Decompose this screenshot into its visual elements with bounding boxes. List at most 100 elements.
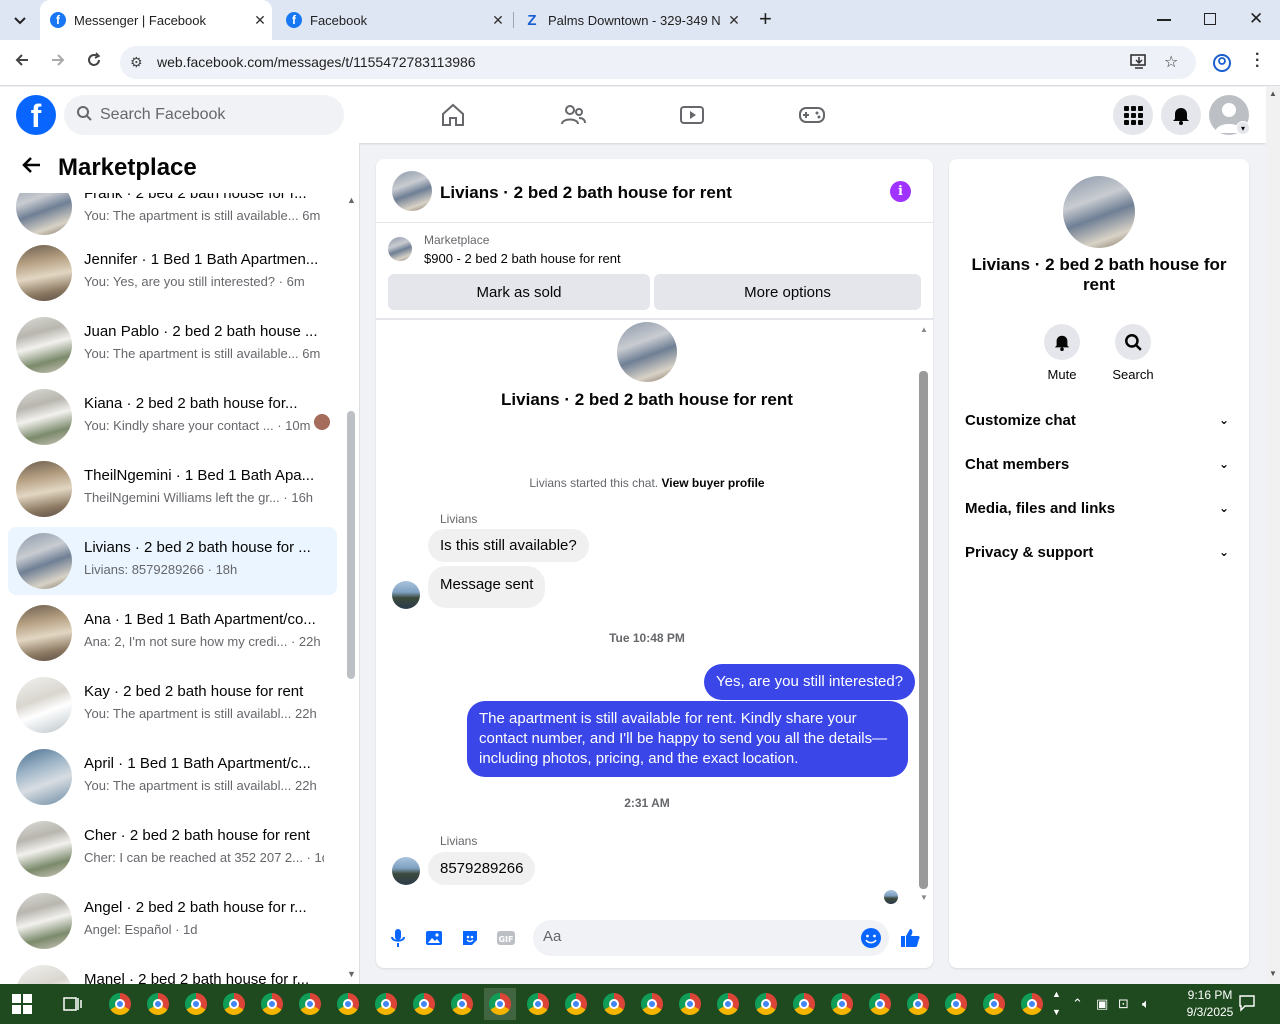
show-hidden-icons[interactable]: ⌃ bbox=[1072, 996, 1083, 1012]
taskbar-chrome-window[interactable] bbox=[674, 988, 706, 1020]
notifications-center-icon[interactable] bbox=[1238, 994, 1256, 1015]
more-options-button[interactable]: More options bbox=[654, 274, 921, 310]
address-bar[interactable]: ⚙ web.facebook.com/messages/t/1155472783… bbox=[120, 46, 1196, 79]
chat-scrollbar[interactable] bbox=[919, 371, 928, 889]
view-buyer-profile-link[interactable]: View buyer profile bbox=[661, 476, 764, 490]
menu-grid-button[interactable] bbox=[1113, 95, 1153, 135]
taskbar-chrome-window[interactable] bbox=[788, 988, 820, 1020]
taskbar-scroll-icon[interactable]: ▲ ▼ bbox=[1052, 985, 1061, 1021]
taskbar-chrome-window[interactable] bbox=[256, 988, 288, 1020]
back-icon[interactable] bbox=[14, 52, 30, 73]
message-bubble-incoming[interactable]: Message sent bbox=[428, 566, 546, 608]
install-app-icon[interactable] bbox=[1130, 52, 1148, 75]
conversation-item[interactable]: TheilNgemini · 1 Bed 1 Bath Apa... Theil… bbox=[8, 455, 337, 523]
network-icon[interactable]: ⊡ bbox=[1118, 996, 1129, 1012]
taskbar-chrome-window[interactable] bbox=[332, 988, 364, 1020]
taskbar-chrome-window[interactable] bbox=[104, 988, 136, 1020]
listing-price[interactable]: $900 - 2 bed 2 bath house for rent bbox=[424, 251, 621, 266]
bookmark-star-icon[interactable]: ☆ bbox=[1164, 52, 1178, 72]
taskbar-chrome-window[interactable] bbox=[636, 988, 668, 1020]
list-scrollbar[interactable] bbox=[347, 411, 355, 679]
conversation-item[interactable]: Cher · 2 bed 2 bath house for rent Cher:… bbox=[8, 815, 337, 883]
home-icon[interactable] bbox=[439, 101, 467, 129]
account-chevron-icon[interactable]: ▾ bbox=[1236, 121, 1250, 135]
facebook-search[interactable] bbox=[64, 95, 344, 135]
reload-icon[interactable] bbox=[86, 52, 102, 73]
taskbar-chrome-window[interactable] bbox=[218, 988, 250, 1020]
conversation-item[interactable]: April · 1 Bed 1 Bath Apartment/c... You:… bbox=[8, 743, 337, 811]
sender-avatar[interactable] bbox=[392, 581, 420, 609]
site-info-icon[interactable]: ⚙ bbox=[130, 54, 143, 71]
taskbar-chrome-window[interactable] bbox=[864, 988, 896, 1020]
info-icon[interactable]: i bbox=[890, 181, 911, 202]
close-tab-icon[interactable]: ✕ bbox=[248, 12, 272, 29]
taskbar-chrome-window[interactable] bbox=[712, 988, 744, 1020]
sticker-icon[interactable] bbox=[458, 926, 482, 950]
tab-messenger[interactable]: f Messenger | Facebook ✕ bbox=[40, 0, 272, 40]
taskbar-chrome-window[interactable] bbox=[522, 988, 554, 1020]
conversation-item[interactable]: Ana · 1 Bed 1 Bath Apartment/co... Ana: … bbox=[8, 599, 337, 667]
taskbar-chrome-window[interactable] bbox=[142, 988, 174, 1020]
photo-icon[interactable] bbox=[422, 926, 446, 950]
emoji-icon[interactable] bbox=[860, 927, 882, 954]
close-tab-icon[interactable]: ✕ bbox=[486, 12, 510, 29]
taskbar-chrome-window[interactable] bbox=[446, 988, 478, 1020]
conversation-item[interactable]: Kiana · 2 bed 2 bath house for... You: K… bbox=[8, 383, 337, 451]
close-window-icon[interactable]: ✕ bbox=[1249, 9, 1263, 29]
scroll-down-arrow-icon[interactable]: ▼ bbox=[347, 969, 356, 979]
message-input-field[interactable] bbox=[533, 920, 889, 956]
task-view-icon[interactable] bbox=[62, 995, 82, 1013]
conversation-item[interactable]: Kay · 2 bed 2 bath house for rent You: T… bbox=[8, 671, 337, 739]
url-text[interactable]: web.facebook.com/messages/t/115547278311… bbox=[157, 54, 476, 70]
system-clock[interactable]: 9:16 PM 9/3/2025 bbox=[1172, 987, 1248, 1021]
conversation-item[interactable]: Angel · 2 bed 2 bath house for r... Ange… bbox=[8, 887, 337, 955]
tab-search-button[interactable] bbox=[10, 8, 30, 32]
microphone-icon[interactable] bbox=[386, 926, 410, 950]
conversation-item-active[interactable]: Livians · 2 bed 2 bath house for ... Liv… bbox=[8, 527, 337, 595]
video-icon[interactable] bbox=[678, 101, 706, 129]
taskbar-chrome-window[interactable] bbox=[560, 988, 592, 1020]
taskbar-chrome-window[interactable] bbox=[902, 988, 934, 1020]
conversation-item[interactable]: Jennifer · 1 Bed 1 Bath Apartmen... You:… bbox=[8, 239, 337, 307]
conversation-item[interactable]: Juan Pablo · 2 bed 2 bath house ... You:… bbox=[8, 311, 337, 379]
privacy-support-section[interactable]: Privacy & support ⌄ bbox=[965, 534, 1233, 570]
new-tab-icon[interactable]: + bbox=[759, 6, 772, 32]
close-tab-icon[interactable]: ✕ bbox=[722, 12, 746, 29]
info-avatar[interactable] bbox=[1063, 176, 1135, 248]
sender-avatar[interactable] bbox=[392, 857, 420, 885]
restore-icon[interactable] bbox=[1204, 13, 1216, 25]
taskbar-chrome-window[interactable] bbox=[826, 988, 858, 1020]
taskbar-chrome-window[interactable] bbox=[940, 988, 972, 1020]
taskbar-chrome-window[interactable] bbox=[598, 988, 630, 1020]
minimize-icon[interactable] bbox=[1157, 19, 1171, 21]
taskbar-chrome-window[interactable] bbox=[750, 988, 782, 1020]
chat-scroll-down-icon[interactable]: ▼ bbox=[920, 893, 928, 902]
gif-icon[interactable]: GIF bbox=[494, 926, 518, 950]
tab-palms-downtown[interactable]: Z Palms Downtown - 329-349 N ✕ bbox=[514, 0, 746, 40]
windows-start-icon[interactable] bbox=[12, 994, 32, 1014]
mute-button[interactable]: Mute bbox=[1032, 324, 1092, 382]
volume-muted-icon[interactable]: 🔈︎ bbox=[1142, 996, 1150, 1012]
taskbar-chrome-window[interactable] bbox=[180, 988, 212, 1020]
taskbar-chrome-window[interactable] bbox=[370, 988, 402, 1020]
chat-title[interactable]: Livians · 2 bed 2 bath house for rent bbox=[440, 183, 732, 203]
mark-as-sold-button[interactable]: Mark as sold bbox=[388, 274, 650, 310]
tab-facebook[interactable]: f Facebook ✕ bbox=[276, 0, 510, 40]
page-scroll-up-icon[interactable]: ▲ bbox=[1269, 89, 1277, 98]
chat-avatar[interactable] bbox=[392, 171, 432, 211]
like-thumb-icon[interactable] bbox=[898, 926, 922, 950]
browser-menu-icon[interactable]: · · · bbox=[1255, 47, 1260, 75]
message-bubble-incoming[interactable]: 8579289266 bbox=[428, 852, 536, 885]
taskbar-chrome-window[interactable] bbox=[408, 988, 440, 1020]
message-bubble-outgoing[interactable]: Yes, are you still interested? bbox=[704, 664, 916, 700]
chat-members-section[interactable]: Chat members ⌄ bbox=[965, 446, 1233, 482]
search-input[interactable] bbox=[100, 106, 320, 124]
search-in-chat-button[interactable]: Search bbox=[1103, 324, 1163, 382]
scroll-up-arrow-icon[interactable]: ▲ bbox=[347, 195, 356, 205]
taskbar-chrome-window[interactable] bbox=[978, 988, 1010, 1020]
notifications-button[interactable] bbox=[1161, 95, 1201, 135]
page-scrollbar[interactable]: ▲ ▼ bbox=[1266, 87, 1280, 984]
taskbar-chrome-window[interactable] bbox=[484, 988, 516, 1020]
taskbar-chrome-window[interactable] bbox=[1016, 988, 1048, 1020]
message-input[interactable] bbox=[543, 928, 843, 945]
